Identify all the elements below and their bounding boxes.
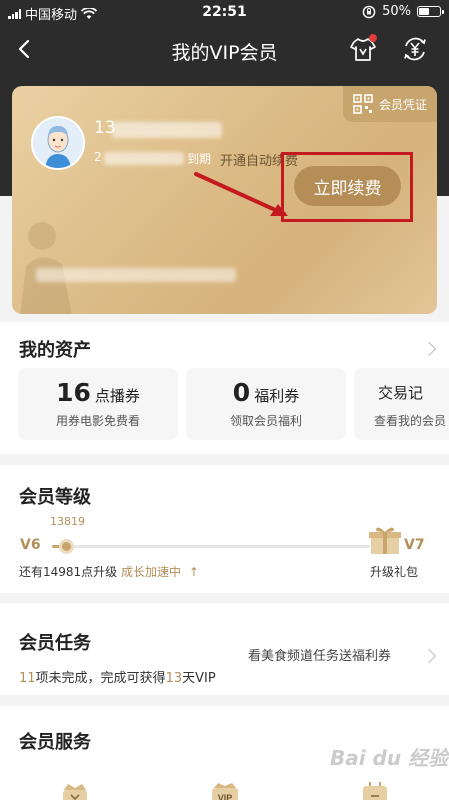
expiry-suffix: 到期	[187, 152, 212, 166]
exchange-button[interactable]	[400, 34, 430, 64]
yuan-exchange-icon	[404, 37, 426, 61]
up-arrow-icon: ↑	[188, 565, 199, 579]
service-title: 会员服务	[19, 732, 91, 753]
battery-level	[419, 8, 429, 15]
expiry-prefix: 2	[94, 150, 102, 164]
notification-dot	[369, 34, 377, 42]
avatar[interactable]	[31, 116, 85, 170]
tasks-promo[interactable]: 看美食频道任务送福利券	[248, 645, 391, 664]
battery-icon	[417, 6, 444, 17]
member-credential-button[interactable]: 会员凭证	[342, 86, 437, 122]
level-title: 会员等级	[19, 487, 91, 508]
avatar-face	[33, 118, 83, 168]
level-note: 还有14981点升级 成长加速中 ↑	[19, 563, 199, 580]
asset-number: 0	[232, 378, 251, 407]
level-note-text: 还有14981点升级	[19, 565, 118, 579]
tshirt-button[interactable]	[348, 34, 378, 64]
assets-section: 我的资产 16 点播券 用券电影免费看 0 福利券 领取会员福利 交易记 查看我的会…	[0, 322, 449, 454]
tasks-suffix: 天VIP	[182, 671, 216, 686]
assets-chevron-icon[interactable]	[421, 341, 437, 357]
tasks-chevron-icon[interactable]	[421, 648, 437, 664]
level-section: 会员等级 13819 V6 V7 还有14981点升级 成长加速中 ↑ 升级礼包	[0, 465, 449, 593]
level-progress-track	[52, 545, 370, 548]
asset-unit: 福利券	[254, 387, 300, 405]
tasks-days: 13	[165, 671, 183, 686]
asset-subtitle: 领取会员福利	[229, 414, 302, 428]
level-progress-marker	[59, 539, 74, 554]
redacted-date	[104, 152, 184, 165]
ticket-icon[interactable]	[360, 780, 390, 800]
renew-now-button[interactable]: 立即续费	[294, 166, 401, 206]
tasks-count: 11	[19, 671, 36, 686]
crown-bag-icon[interactable]	[60, 780, 90, 800]
redacted-name	[112, 122, 222, 138]
status-bar: 中国移动 22:51 50%	[0, 0, 449, 26]
gift-label[interactable]: 升级礼包	[370, 563, 418, 580]
svg-text:VIP: VIP	[218, 793, 233, 800]
next-level: V7	[404, 537, 425, 553]
asset-unit: 点播券	[94, 387, 140, 405]
asset-unit: 交易记	[378, 384, 424, 402]
watermark: Bai du 经验	[330, 746, 449, 770]
assets-title: 我的资产	[19, 340, 91, 361]
asset-subtitle: 用券电影免费看	[55, 414, 140, 428]
tasks-note: 11项未完成，完成可获得13天VIP	[19, 667, 216, 686]
vip-card-icon[interactable]: VIP	[210, 780, 240, 800]
battery-percent: 50%	[382, 4, 411, 19]
badge-label: 会员凭证	[378, 97, 427, 112]
page-title: 我的VIP会员	[171, 42, 278, 64]
gift-box-icon[interactable]	[368, 525, 402, 555]
tasks-section[interactable]: 会员任务 看美食频道任务送福利券 11项未完成，完成可获得13天VIP	[0, 603, 449, 695]
card-decoration	[20, 222, 72, 314]
asset-subtitle: 查看我的会员	[374, 414, 447, 428]
nav-bar: 我的VIP会员	[0, 26, 449, 76]
asset-card-welfare[interactable]: 0 福利券 领取会员福利	[186, 368, 346, 440]
level-boost: 成长加速中	[121, 565, 182, 579]
asset-number: 16	[56, 378, 91, 407]
level-points: 13819	[50, 515, 85, 528]
orientation-lock-icon	[362, 5, 376, 18]
tasks-mid: 项未完成，完成可获得	[35, 671, 166, 686]
status-right: 50%	[362, 4, 444, 19]
qr-code-icon	[353, 94, 373, 114]
asset-card-coupons[interactable]: 16 点播券 用券电影免费看	[18, 368, 178, 440]
redacted-info	[36, 268, 236, 282]
current-level: V6	[20, 537, 41, 553]
tasks-title: 会员任务	[19, 633, 91, 654]
asset-card-transactions[interactable]: 交易记 查看我的会员	[354, 368, 449, 440]
